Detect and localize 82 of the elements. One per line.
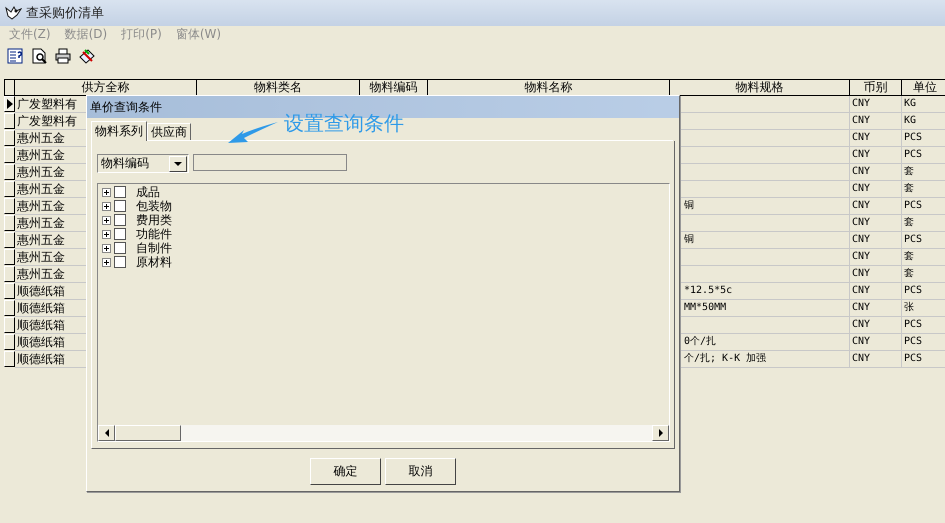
checkbox[interactable]	[114, 186, 126, 198]
checkbox[interactable]	[114, 214, 126, 226]
row-selector[interactable]	[4, 317, 15, 333]
table-cell: CNY	[850, 113, 902, 130]
row-selector[interactable]	[4, 215, 15, 231]
cancel-button[interactable]: 取消	[385, 458, 456, 485]
table-cell: CNY	[850, 96, 902, 113]
table-cell: CNY	[850, 334, 902, 351]
table-cell: CNY	[850, 130, 902, 147]
search-field[interactable]	[193, 154, 347, 171]
column-header[interactable]: 物料类名	[197, 79, 360, 96]
table-cell: CNY	[850, 147, 902, 164]
row-selector[interactable]	[4, 266, 15, 282]
table-cell: PCS	[902, 232, 945, 249]
ok-button[interactable]: 确定	[310, 458, 381, 485]
document-list-icon[interactable]	[7, 48, 23, 64]
expand-icon[interactable]	[102, 230, 111, 238]
row-selector[interactable]	[4, 351, 15, 367]
tab[interactable]: 物料系列	[91, 121, 147, 141]
table-cell: PCS	[902, 283, 945, 300]
table-cell: CNY	[850, 300, 902, 317]
header-corner	[4, 79, 15, 96]
expand-icon[interactable]	[102, 202, 111, 210]
table-cell: 套	[902, 249, 945, 266]
row-selector[interactable]	[4, 164, 15, 180]
horizontal-scrollbar[interactable]	[98, 425, 669, 441]
table-cell: 套	[902, 215, 945, 232]
table-cell: CNY	[850, 215, 902, 232]
row-selector[interactable]	[4, 130, 15, 146]
table-cell: 套	[902, 164, 945, 181]
app-logo-icon	[4, 5, 22, 21]
column-header[interactable]: 单位	[902, 79, 945, 96]
row-selector[interactable]	[4, 232, 15, 248]
row-selector[interactable]	[4, 181, 15, 197]
column-header[interactable]: 物料规格	[670, 79, 850, 96]
table-cell: 张	[902, 300, 945, 317]
expand-icon[interactable]	[102, 188, 111, 196]
table-cell: PCS	[902, 351, 945, 368]
table-cell: 套	[902, 266, 945, 283]
row-selector[interactable]	[4, 334, 15, 350]
expand-icon[interactable]	[102, 258, 111, 266]
window-title: 查采购价清单	[26, 5, 104, 22]
table-cell: CNY	[850, 317, 902, 334]
table-cell: PCS	[902, 317, 945, 334]
column-header[interactable]: 物料编码	[360, 79, 428, 96]
table-cell: CNY	[850, 266, 902, 283]
checkbox[interactable]	[114, 228, 126, 240]
table-cell: CNY	[850, 232, 902, 249]
row-selector[interactable]	[4, 198, 15, 214]
checkbox[interactable]	[114, 256, 126, 268]
table-cell: PCS	[902, 334, 945, 351]
row-selector[interactable]	[4, 249, 15, 265]
table-cell: PCS	[902, 130, 945, 147]
column-header[interactable]: 物料名称	[428, 79, 670, 96]
table-cell: CNY	[850, 164, 902, 181]
row-selector[interactable]	[4, 283, 15, 299]
table-cell: CNY	[850, 351, 902, 368]
tab[interactable]: 供应商	[147, 123, 191, 140]
table-cell: KG	[902, 96, 945, 113]
expand-icon[interactable]	[102, 216, 111, 224]
row-selector[interactable]	[4, 96, 15, 112]
table-cell: 套	[902, 181, 945, 198]
table-cell: CNY	[850, 249, 902, 266]
tree-item[interactable]: 成品	[136, 184, 160, 200]
checkbox[interactable]	[114, 242, 126, 254]
table-cell: PCS	[902, 147, 945, 164]
expand-icon[interactable]	[102, 244, 111, 252]
row-selector[interactable]	[4, 113, 15, 129]
page-magnifier-icon[interactable]	[31, 48, 47, 64]
table-cell: PCS	[902, 198, 945, 215]
table-cell: CNY	[850, 181, 902, 198]
table-cell: CNY	[850, 198, 902, 215]
table-cell: CNY	[850, 283, 902, 300]
column-header[interactable]: 供方全称	[15, 79, 197, 96]
row-selector[interactable]	[4, 147, 15, 163]
printer-icon[interactable]	[55, 48, 71, 64]
table-cell: KG	[902, 113, 945, 130]
column-header[interactable]: 币别	[850, 79, 902, 96]
tree-item[interactable]: 包装物	[136, 198, 172, 214]
checkbox[interactable]	[114, 200, 126, 212]
row-selector[interactable]	[4, 300, 15, 316]
field-dropdown[interactable]: 物料编码	[97, 154, 189, 173]
